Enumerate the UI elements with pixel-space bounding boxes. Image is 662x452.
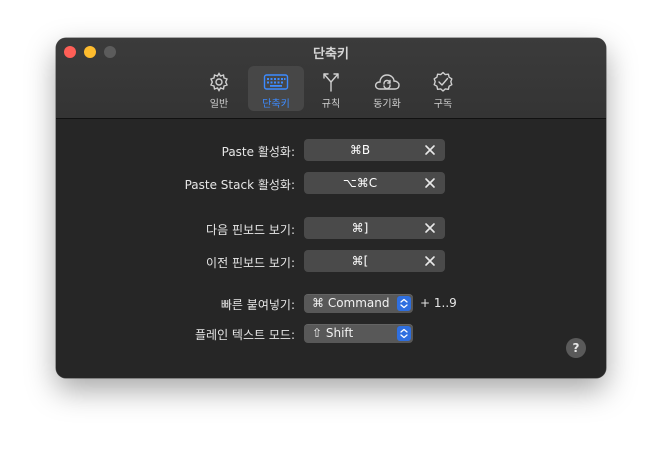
clear-shortcut-icon[interactable] xyxy=(423,254,437,268)
quick-paste-modifier-select[interactable]: ⌘ Command xyxy=(304,294,413,313)
tab-sync[interactable]: 동기화 xyxy=(359,66,415,111)
activate-paste-shortcut-keys: ⌘B xyxy=(349,143,371,157)
preferences-window: 단축키 일반 단축키 규칙 동기화 구독 Paste 활성화: ⌘B Paste… xyxy=(56,38,606,378)
previous-pinboard-shortcut-keys: ⌘[ xyxy=(351,254,369,268)
activate-paste-label: Paste 활성화: xyxy=(221,145,295,159)
plain-text-modifier-select[interactable]: ⇧ Shift xyxy=(304,324,413,343)
next-pinboard-shortcut-recorder[interactable]: ⌘] xyxy=(304,217,445,239)
help-button[interactable]: ? xyxy=(566,338,586,358)
tab-shortcuts[interactable]: 단축키 xyxy=(248,66,304,111)
previous-pinboard-label: 이전 핀보드 보기: xyxy=(206,256,295,270)
clear-shortcut-icon[interactable] xyxy=(423,143,437,157)
tab-general[interactable]: 일반 xyxy=(191,66,247,111)
tab-sync-label: 동기화 xyxy=(373,99,401,110)
keyboard-icon xyxy=(263,74,289,90)
activate-paste-shortcut-recorder[interactable]: ⌘B xyxy=(304,139,445,161)
activate-paste-stack-label: Paste Stack 활성화: xyxy=(184,178,295,192)
next-pinboard-shortcut-keys: ⌘] xyxy=(351,221,369,235)
checkmark-seal-icon xyxy=(433,71,453,92)
quick-paste-range: + 1..9 xyxy=(420,296,457,310)
window-title: 단축키 xyxy=(313,47,349,62)
gear-icon xyxy=(210,72,228,92)
popup-chevrons-icon xyxy=(397,326,411,341)
popup-chevrons-icon xyxy=(397,296,411,311)
tab-shortcuts-label: 단축키 xyxy=(262,99,290,110)
clear-shortcut-icon[interactable] xyxy=(423,221,437,235)
toolbar: 단축키 일반 단축키 규칙 동기화 구독 xyxy=(56,38,606,119)
activate-paste-stack-shortcut-keys: ⌥⌘C xyxy=(342,176,378,190)
quick-paste-modifier-value: ⌘ Command xyxy=(312,296,390,310)
tab-rules-label: 규칙 xyxy=(321,99,341,110)
tab-general-label: 일반 xyxy=(209,99,229,110)
tab-subscription-label: 구독 xyxy=(433,99,453,110)
branch-icon xyxy=(323,73,339,92)
previous-pinboard-shortcut-recorder[interactable]: ⌘[ xyxy=(304,250,445,272)
activate-paste-stack-shortcut-recorder[interactable]: ⌥⌘C xyxy=(304,172,445,194)
tab-rules[interactable]: 규칙 xyxy=(303,66,359,111)
quick-paste-label: 빠른 붙여넣기: xyxy=(220,298,295,312)
tab-subscription[interactable]: 구독 xyxy=(415,66,471,111)
next-pinboard-label: 다음 핀보드 보기: xyxy=(206,223,295,237)
clear-shortcut-icon[interactable] xyxy=(423,176,437,190)
plain-text-mode-label: 플레인 텍스트 모드: xyxy=(195,328,295,342)
icloud-sync-icon xyxy=(374,74,400,90)
plain-text-modifier-value: ⇧ Shift xyxy=(312,326,354,340)
